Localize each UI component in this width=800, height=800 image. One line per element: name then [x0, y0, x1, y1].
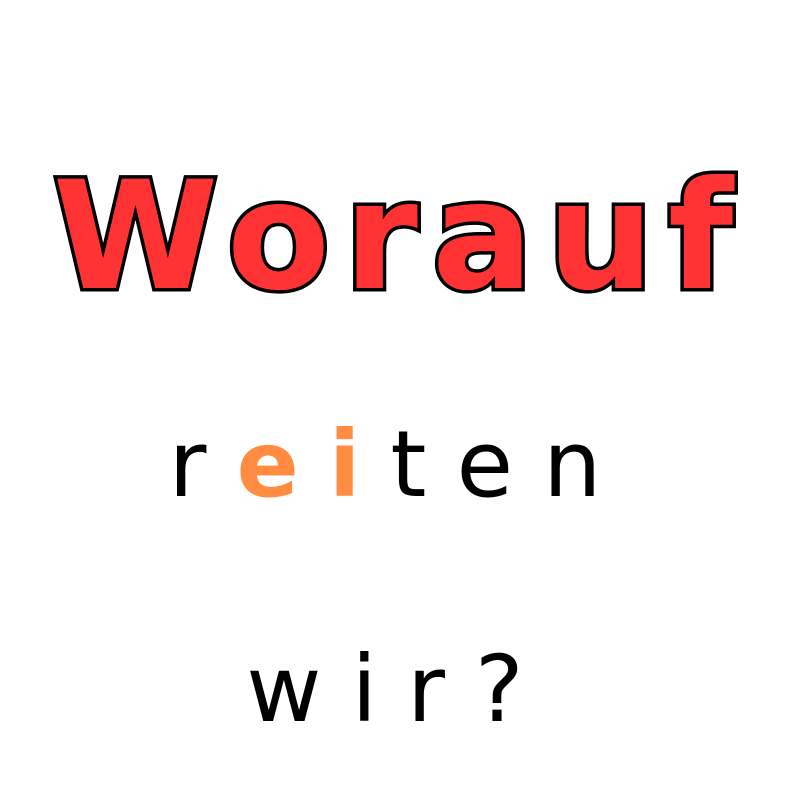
verb-word: reiten — [0, 405, 800, 525]
flashcard: Worauf reiten wir? — [0, 0, 800, 800]
verb-prefix: r — [168, 411, 237, 518]
highlighted-diphthong: ei — [236, 411, 391, 518]
title-word: Worauf — [49, 149, 748, 326]
pronoun-word: wir? — [246, 636, 554, 743]
verb-suffix: ten — [390, 411, 632, 518]
